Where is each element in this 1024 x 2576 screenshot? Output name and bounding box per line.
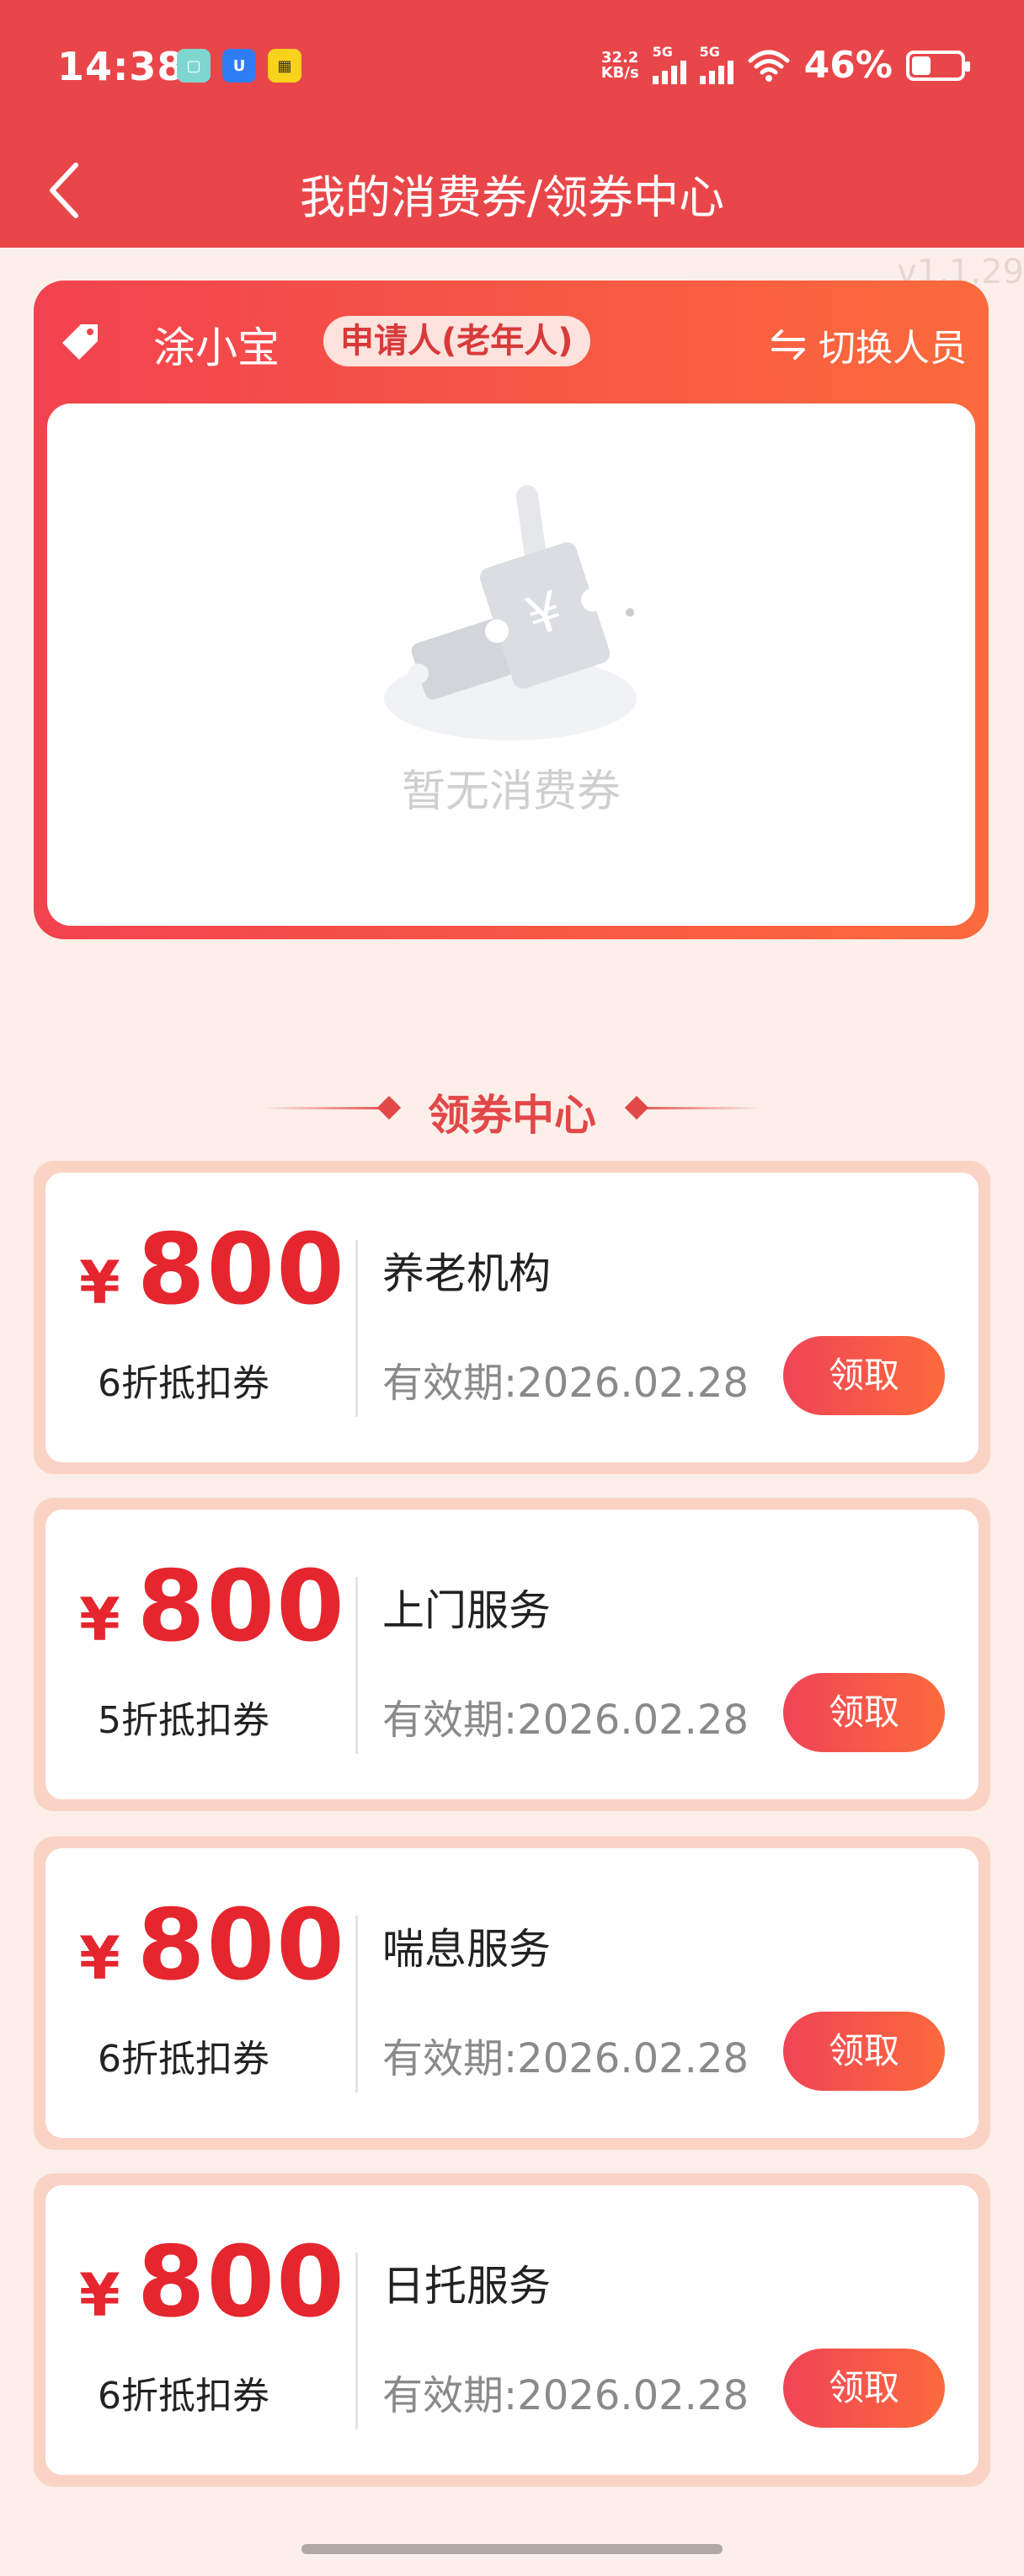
switch-person-label: 切换人员 — [819, 327, 967, 370]
coupon-card: ¥ 800 5折抵扣券 上门服务 有效期:2026.02.28 领取 — [34, 1498, 990, 1811]
battery-percent: 46% — [803, 44, 893, 87]
coupon-divider — [355, 2253, 358, 2429]
coupon-card: ¥ 800 6折抵扣券 喘息服务 有效期:2026.02.28 领取 — [34, 1836, 990, 2150]
coupon-service-type: 养老机构 — [382, 1249, 551, 1298]
coupon-divider — [355, 1240, 358, 1417]
claim-center-heading: 领券中心 — [0, 1078, 1024, 1140]
swap-icon — [771, 329, 805, 360]
amount-value: 800 — [136, 1889, 346, 2002]
amount-value: 800 — [136, 1550, 346, 1664]
claim-button[interactable]: 领取 — [783, 2349, 945, 2428]
coupon-body: ¥ 800 6折抵扣券 日托服务 有效期:2026.02.28 领取 — [45, 2185, 979, 2475]
navigation-bar: 我的消费券/领券中心 — [0, 135, 1024, 248]
currency-symbol: ¥ — [79, 1248, 120, 1317]
coupon-body: ¥ 800 6折抵扣券 养老机构 有效期:2026.02.28 领取 — [45, 1173, 979, 1462]
switch-person-button[interactable]: 切换人员 — [770, 318, 967, 371]
coupon-amount: ¥ 800 — [79, 1213, 346, 1327]
signal-icon: 5G — [699, 43, 733, 84]
tag-icon — [62, 324, 98, 360]
status-indicators: 32.2 KB/s 5G 5G 46% — [600, 43, 970, 87]
claim-center-title: 领券中心 — [428, 1091, 596, 1140]
page-title: 我的消费券/领券中心 — [299, 171, 725, 224]
user-voucher-card: 涂小宝 申请人(老年人) 切换人员 ¥ 暂无消费券 — [34, 281, 989, 939]
currency-symbol: ¥ — [79, 1585, 120, 1654]
coupon-discount: 5折抵扣券 — [98, 1699, 269, 1742]
empty-voucher-text: 暂无消费券 — [401, 767, 621, 817]
coupon-discount: 6折抵扣券 — [98, 2038, 269, 2081]
status-time: 14:38 — [57, 44, 185, 89]
coupon-service-type: 喘息服务 — [382, 1925, 551, 1974]
coupon-body: ¥ 800 6折抵扣券 喘息服务 有效期:2026.02.28 领取 — [45, 1848, 979, 2138]
heading-line-right — [630, 1107, 761, 1109]
coupon-body: ¥ 800 5折抵扣券 上门服务 有效期:2026.02.28 领取 — [45, 1510, 979, 1799]
notification-icons: ▢ U ▦ — [177, 49, 301, 83]
signal-label: 5G — [699, 43, 720, 60]
net-speed-value: 32.2 — [600, 48, 639, 67]
coupon-divider — [355, 1577, 358, 1754]
app-icon-blue: U — [222, 49, 256, 83]
signal-icon: 5G — [652, 43, 686, 84]
coupon-validity: 有效期:2026.02.28 — [382, 1360, 749, 1407]
coupon-amount: ¥ 800 — [79, 2226, 346, 2339]
coupon-discount: 6折抵扣券 — [98, 1362, 269, 1405]
net-speed-unit: KB/s — [600, 63, 639, 82]
user-role-badge: 申请人(老年人) — [323, 316, 590, 366]
amount-value: 800 — [136, 1213, 346, 1327]
claim-button[interactable]: 领取 — [783, 1673, 945, 1752]
coupon-validity: 有效期:2026.02.28 — [382, 2372, 749, 2419]
amount-value: 800 — [136, 2226, 346, 2339]
coupon-card: ¥ 800 6折抵扣券 日托服务 有效期:2026.02.28 领取 — [34, 2173, 990, 2487]
signal-label: 5G — [652, 43, 673, 60]
coupon-service-type: 日托服务 — [382, 2262, 551, 2311]
net-speed: 32.2 KB/s — [600, 48, 639, 82]
coupon-card: ¥ 800 6折抵扣券 养老机构 有效期:2026.02.28 领取 — [34, 1161, 990, 1474]
voucher-list-empty: ¥ 暂无消费券 — [47, 404, 975, 926]
user-card-header: 涂小宝 申请人(老年人) 切换人员 — [34, 281, 989, 404]
coupon-validity: 有效期:2026.02.28 — [382, 2035, 749, 2082]
user-name: 涂小宝 — [153, 323, 280, 372]
app-icon-teal: ▢ — [177, 49, 211, 83]
currency-symbol: ¥ — [79, 1924, 120, 1993]
status-bar: 14:38 ▢ U ▦ 32.2 KB/s 5G 5G 46% — [0, 0, 1024, 135]
battery-icon — [906, 50, 970, 81]
claim-button[interactable]: 领取 — [783, 1336, 945, 1415]
currency-symbol: ¥ — [79, 2261, 120, 2330]
coupon-amount: ¥ 800 — [79, 1889, 346, 2002]
coupon-service-type: 上门服务 — [382, 1586, 551, 1635]
coupon-divider — [355, 1916, 358, 2092]
coupon-amount: ¥ 800 — [79, 1550, 346, 1664]
coupon-validity: 有效期:2026.02.28 — [382, 1697, 749, 1744]
claim-button[interactable]: 领取 — [783, 2012, 945, 2091]
wifi-icon — [748, 50, 790, 82]
empty-voucher-illustration: ¥ — [384, 485, 637, 740]
coupon-discount: 6折抵扣券 — [98, 2375, 269, 2418]
home-indicator[interactable] — [301, 2544, 723, 2554]
app-icon-yellow: ▦ — [268, 49, 301, 83]
